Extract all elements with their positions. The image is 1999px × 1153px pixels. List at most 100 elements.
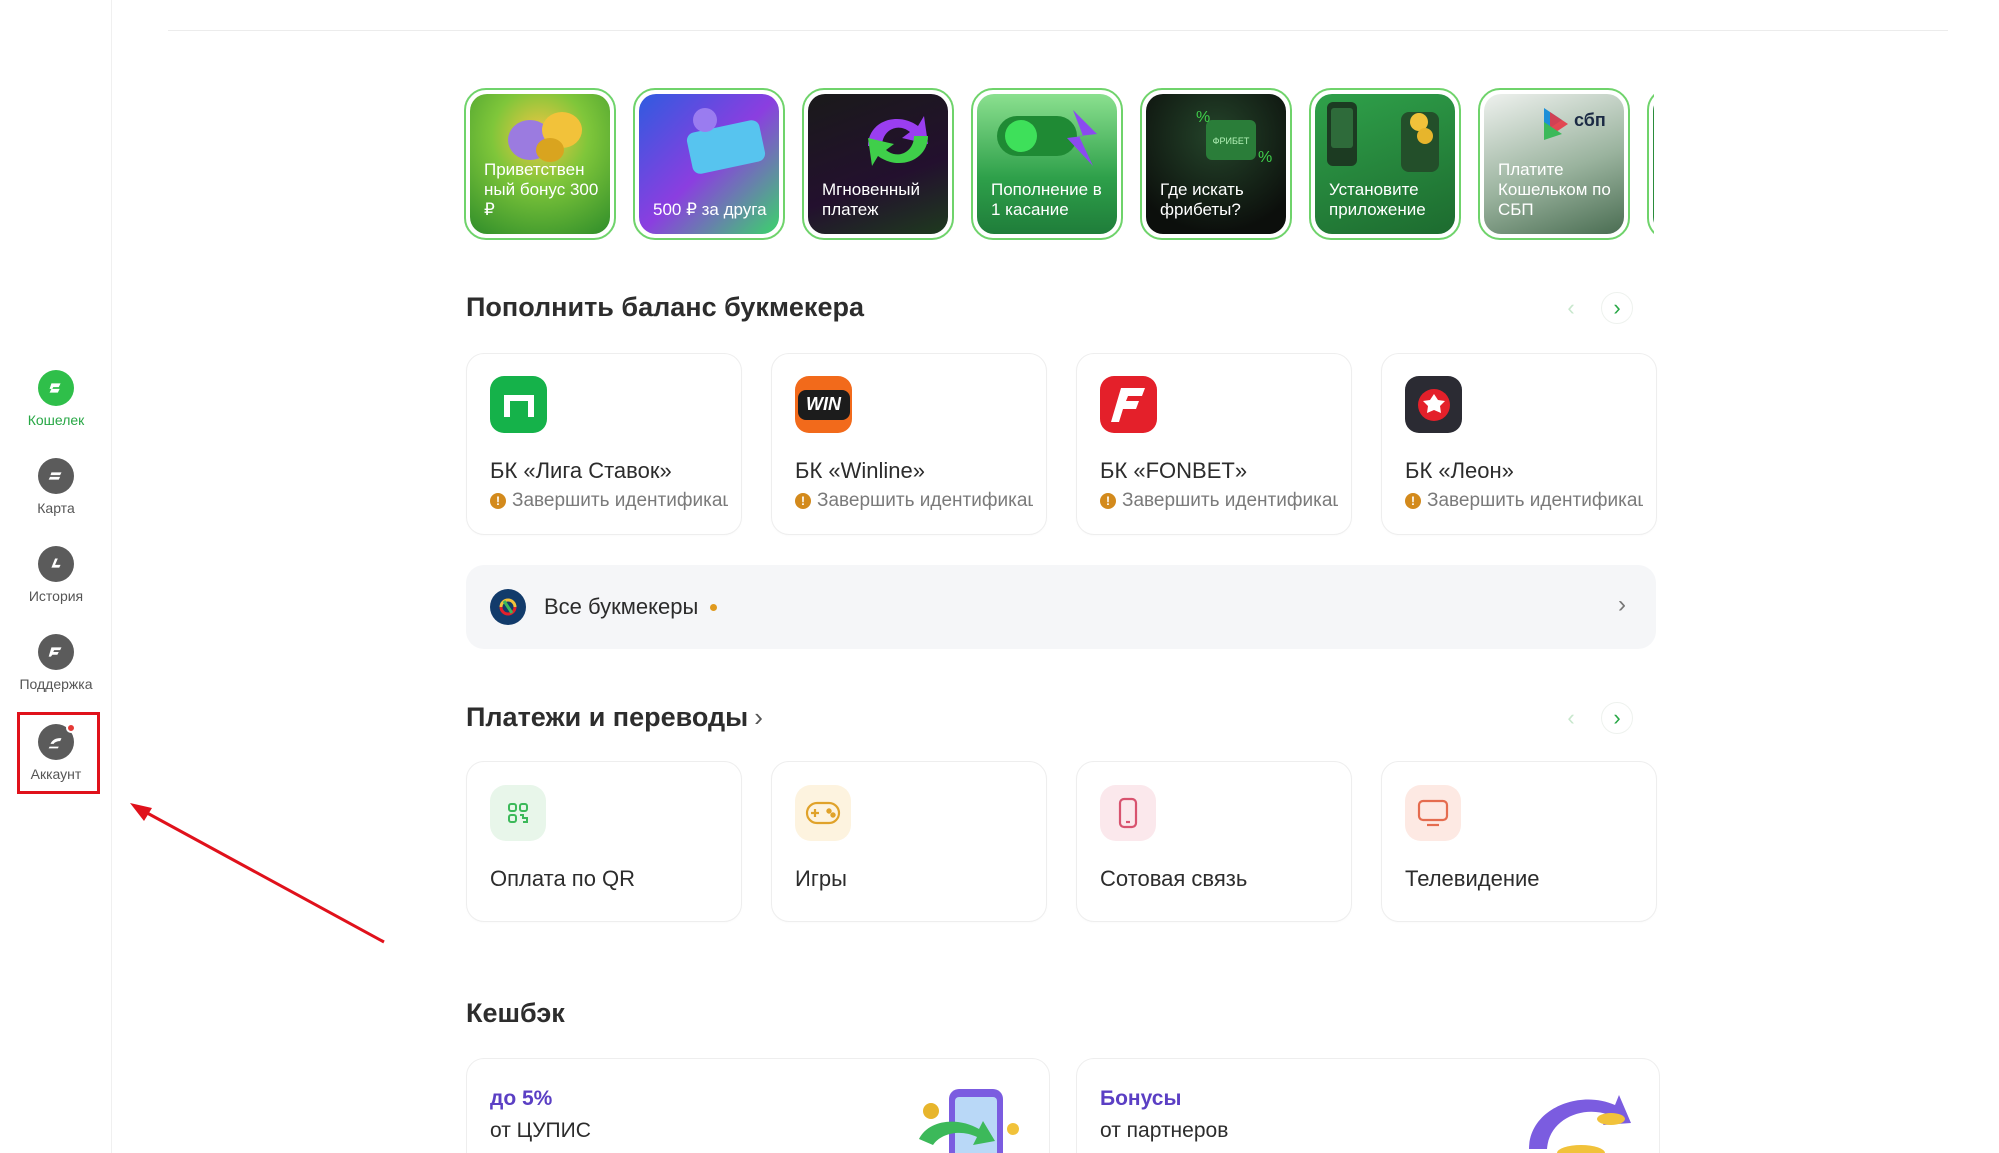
bookmaker-status: ! Завершить идентификацию — [1100, 490, 1338, 512]
svg-text:%: % — [1258, 149, 1272, 166]
payment-label: Игры — [795, 866, 847, 891]
all-bookmakers-row[interactable]: Все букмекеры › — [466, 565, 1656, 649]
winline-logo-text: WIN — [797, 389, 850, 420]
sidebar-item-label: Карта — [37, 500, 75, 516]
smartphone-icon — [1327, 102, 1439, 172]
story-sbp[interactable]: сбп Платите Кошельком по СБП — [1478, 88, 1630, 240]
payment-label: Телевидение — [1405, 866, 1540, 891]
story-text: Пополнение в 1 касание — [991, 180, 1102, 219]
bookmaker-status-text: Завершить идентификацию — [1122, 490, 1338, 511]
story-text: Где искать фрибеты? — [1160, 180, 1244, 219]
bookmaker-card-fonbet[interactable]: БК «FONBET» ! Завершить идентификацию — [1076, 353, 1352, 535]
story-one-touch-topup[interactable]: Пополнение в 1 касание — [971, 88, 1123, 240]
cashback-section-title: Кешбэк — [466, 998, 565, 1028]
payment-card-games[interactable]: Игры — [771, 761, 1047, 922]
bookmakers-pager: ‹ › — [1555, 292, 1633, 324]
support-icon — [38, 634, 74, 670]
payments-title-text: Платежи и переводы — [466, 702, 749, 732]
story-text: 500 ₽ за друга — [653, 200, 767, 219]
bookmaker-status: ! Завершить идентификацию — [490, 490, 728, 512]
prev-button[interactable]: ‹ — [1555, 292, 1587, 324]
stories-carousel: Приветствен ный бонус 300 ₽ 500 ₽ за дру… — [464, 88, 1654, 240]
story-freebets[interactable]: ФРИБЕТ % % Где искать фрибеты? — [1140, 88, 1292, 240]
bookmaker-card-liga[interactable]: БК «Лига Ставок» ! Завершить идентификац… — [466, 353, 742, 535]
sbp-logo-icon: сбп — [1544, 108, 1606, 140]
bookmaker-status-text: Завершить идентификацию — [1427, 490, 1643, 511]
prev-button[interactable]: ‹ — [1555, 702, 1587, 734]
cashback-card-partners[interactable]: Бонусы от партнеров — [1076, 1058, 1660, 1153]
sidebar-item-support[interactable]: Поддержка — [14, 624, 98, 702]
payment-label: Сотовая связь — [1100, 866, 1248, 891]
warning-icon: ! — [490, 493, 506, 509]
liga-stavok-logo-icon — [490, 376, 547, 433]
gift-icon: ФРИБЕТ % % — [1196, 109, 1272, 166]
svg-text:%: % — [1196, 109, 1210, 126]
warning-icon: ! — [1405, 493, 1421, 509]
history-icon — [38, 546, 74, 582]
annotation-arrow — [130, 803, 385, 944]
cashback-phone-illustration-icon — [919, 1089, 1019, 1153]
sidebar: Кошелек Карта История Поддержка Аккаунт — [0, 0, 112, 1153]
sidebar-item-label: Поддержка — [19, 676, 93, 692]
bookmakers-globe-icon — [490, 589, 526, 625]
warning-icon: ! — [795, 493, 811, 509]
bookmaker-status-text: Завершить идентификацию — [512, 490, 728, 511]
story-next-partial[interactable] — [1647, 88, 1654, 240]
winline-logo-icon: WIN — [795, 376, 852, 433]
story-install-app[interactable]: Установите приложение — [1309, 88, 1461, 240]
sidebar-item-label: История — [28, 588, 84, 604]
fonbet-logo-icon — [1100, 376, 1157, 433]
payment-label: Оплата по QR — [490, 866, 636, 891]
story-text: Платите Кошельком по СБП — [1498, 160, 1611, 219]
next-button[interactable]: › — [1601, 292, 1633, 324]
payments-section-title[interactable]: Платежи и переводы › — [466, 702, 763, 733]
payment-card-mobile[interactable]: Сотовая связь — [1076, 761, 1352, 922]
story-text: Мгновенный платеж — [822, 180, 920, 219]
bookmakers-section-title: Пополнить баланс букмекера — [466, 292, 864, 322]
freebet-badge: ФРИБЕТ — [1213, 136, 1250, 146]
warning-icon: ! — [1100, 493, 1116, 509]
coins-stack-illustration-icon — [1529, 1095, 1631, 1153]
story-invite-friend[interactable]: 500 ₽ за друга — [633, 88, 785, 240]
wallet-icon — [38, 370, 74, 406]
cashback-subtitle: от ЦУПИС — [490, 1119, 591, 1142]
chevron-right-icon: › — [754, 702, 763, 732]
header-divider — [168, 30, 1948, 31]
story-welcome-bonus[interactable]: Приветствен ный бонус 300 ₽ — [464, 88, 616, 240]
payments-pager: ‹ › — [1555, 702, 1633, 734]
payment-card-tv[interactable]: Телевидение — [1381, 761, 1657, 922]
cashback-title: Бонусы — [1100, 1087, 1182, 1110]
next-button[interactable]: › — [1601, 702, 1633, 734]
card-icon — [38, 458, 74, 494]
story-text: Приветствен ный бонус 300 ₽ — [484, 160, 599, 219]
bookmaker-status: ! Завершить идентификацию — [1405, 490, 1643, 512]
bookmaker-name: БК «Лига Ставок» — [490, 458, 672, 483]
toggle-switch-icon — [997, 110, 1097, 166]
bank-card-icon — [686, 108, 766, 174]
exchange-arrows-icon — [868, 116, 928, 166]
status-dot — [710, 603, 718, 611]
payment-card-qr[interactable]: Оплата по QR — [466, 761, 742, 922]
cashback-card-cupis[interactable]: до 5% от ЦУПИС — [466, 1058, 1050, 1153]
chevron-right-icon: › — [1618, 591, 1626, 618]
bookmaker-status-text: Завершить идентификацию — [817, 490, 1033, 511]
bookmaker-name: БК «FONBET» — [1100, 458, 1248, 483]
tv-icon — [1405, 785, 1461, 841]
highlight-box — [17, 712, 100, 794]
sidebar-item-history[interactable]: История — [14, 536, 98, 614]
gamepad-icon — [795, 785, 851, 841]
phone-icon — [1100, 785, 1156, 841]
all-bookmakers-label: Все букмекеры — [544, 594, 699, 619]
sidebar-item-card[interactable]: Карта — [14, 448, 98, 526]
sbp-logo-text: сбп — [1574, 110, 1606, 130]
story-instant-payment[interactable]: Мгновенный платеж — [802, 88, 954, 240]
bookmaker-card-winline[interactable]: WIN БК «Winline» ! Завершить идентификац… — [771, 353, 1047, 535]
bookmaker-status: ! Завершить идентификацию — [795, 490, 1033, 512]
sidebar-item-wallet[interactable]: Кошелек — [14, 360, 98, 438]
cashback-title: до 5% — [490, 1087, 553, 1110]
sidebar-item-label: Кошелек — [27, 412, 85, 428]
bookmaker-name: БК «Леон» — [1405, 458, 1514, 483]
bookmaker-card-leon[interactable]: БК «Леон» ! Завершить идентификацию — [1381, 353, 1657, 535]
qr-icon — [490, 785, 546, 841]
cashback-subtitle: от партнеров — [1100, 1119, 1229, 1142]
